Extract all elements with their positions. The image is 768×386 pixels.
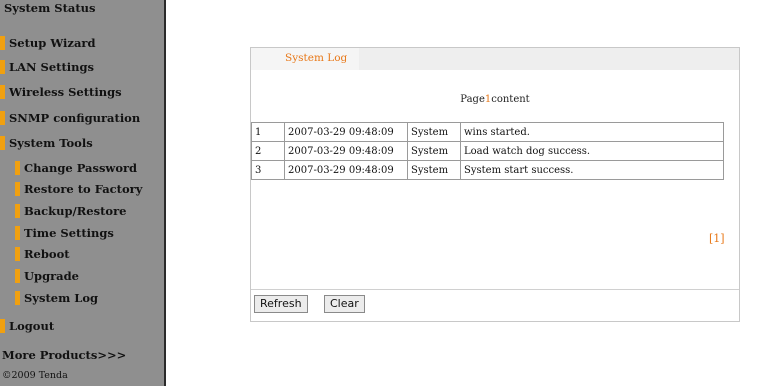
bullet-icon [15,291,20,305]
page-title: System Log [285,52,348,64]
page-prefix: Page [460,94,485,105]
table-row: 2 2007-03-29 09:48:09 System Load watch … [251,141,724,161]
button-bar-divider [251,289,739,290]
panel-title-tab: System Log [251,48,359,70]
table-row: 1 2007-03-29 09:48:09 System wins starte… [251,122,724,142]
page-suffix: content [491,94,530,105]
bullet-icon [15,247,20,261]
log-message: System start success. [460,160,724,180]
log-index: 1 [251,122,285,142]
system-log-panel: System Log Page1content 1 2007-03-29 09:… [250,47,740,322]
sidebar-item-label: System Log [24,291,99,305]
sidebar-item-label: Upgrade [24,269,79,283]
bullet-icon [15,226,20,240]
sidebar-item-label: Wireless Settings [9,85,122,99]
sidebar-item-label: More Products>>> [2,348,127,362]
bullet-icon [0,319,5,333]
log-index: 3 [251,160,285,180]
bullet-icon [0,85,5,99]
bullet-icon [15,204,20,218]
bullet-icon [0,60,5,74]
table-row: 3 2007-03-29 09:48:09 System System star… [251,160,724,180]
pager-link-1[interactable]: [1] [709,232,725,245]
bullet-icon [15,182,20,196]
log-type: System [407,141,461,161]
sidebar-item-label: Logout [9,319,55,333]
refresh-button[interactable]: Refresh [254,295,308,313]
bullet-icon [0,36,5,50]
log-message: wins started. [460,122,724,142]
sidebar-item-label: Setup Wizard [9,36,96,50]
sidebar-item-label: SNMP configuration [9,111,141,125]
log-time: 2007-03-29 09:48:09 [284,141,408,161]
bullet-icon [0,136,5,150]
log-type: System [407,122,461,142]
log-time: 2007-03-29 09:48:09 [284,160,408,180]
sidebar: System Status Setup Wizard LAN Settings … [0,0,164,386]
sidebar-item-label: LAN Settings [9,60,95,74]
copyright-text: ©2009 Tenda [2,370,68,381]
page-indicator: Page1content [251,94,739,105]
bullet-icon [15,161,20,175]
clear-button[interactable]: Clear [324,295,365,313]
log-time: 2007-03-29 09:48:09 [284,122,408,142]
sidebar-item-label: System Status [4,1,96,15]
panel-title-bar: System Log [251,48,739,70]
log-message: Load watch dog success. [460,141,724,161]
bullet-icon [0,111,5,125]
bullet-icon [15,269,20,283]
sidebar-item-label: Reboot [24,247,70,261]
log-index: 2 [251,141,285,161]
sidebar-item-label: Change Password [24,161,138,175]
log-type: System [407,160,461,180]
sidebar-item-label: Restore to Factory [24,182,143,196]
sidebar-item-label: Time Settings [24,226,114,240]
sidebar-divider [164,0,166,386]
sidebar-item-label: System Tools [9,136,93,150]
sidebar-item-label: Backup/Restore [24,204,127,218]
log-table: 1 2007-03-29 09:48:09 System wins starte… [251,122,724,180]
